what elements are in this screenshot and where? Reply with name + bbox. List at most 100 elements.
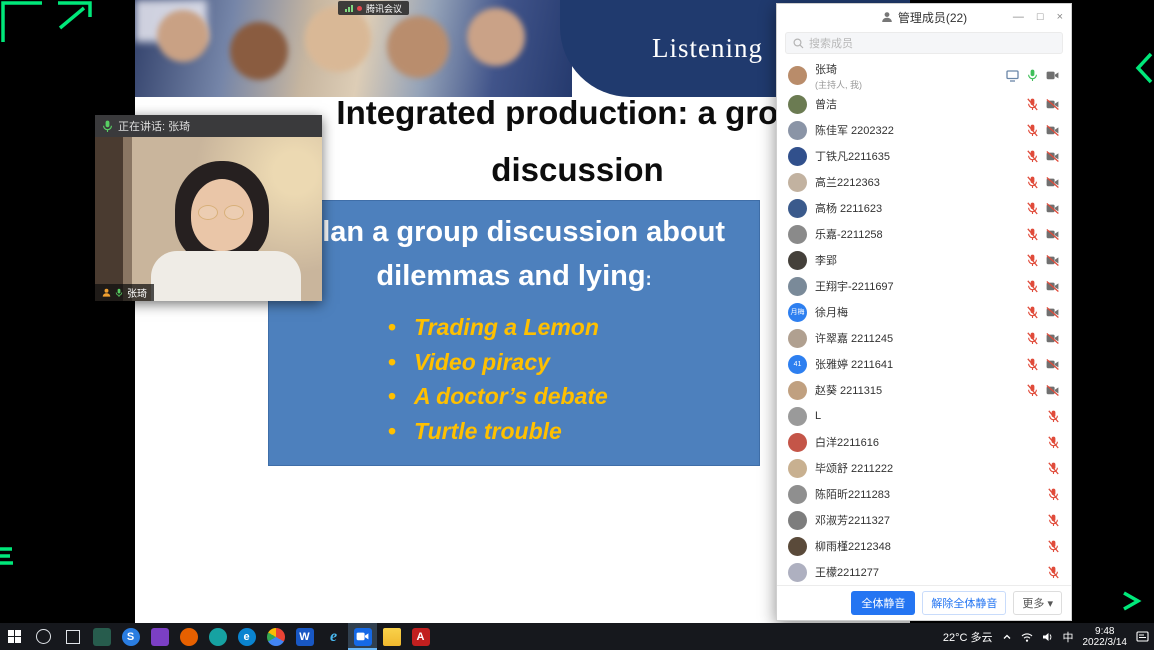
app-purple-taskbar-button[interactable] [145, 623, 174, 650]
edge-icon: e [238, 628, 256, 646]
firefox-taskbar-button[interactable] [174, 623, 203, 650]
member-row[interactable]: 柳雨槿2212348 [777, 533, 1071, 559]
search-app-taskbar-button[interactable]: S [116, 623, 145, 650]
camera-off-icon[interactable] [1046, 203, 1059, 214]
member-row[interactable]: 邓淑芳2211327 [777, 507, 1071, 533]
member-row[interactable]: 乐嘉-2211258 [777, 221, 1071, 247]
member-row[interactable]: 月梅徐月梅 [777, 299, 1071, 325]
mic-muted-icon[interactable] [1048, 488, 1059, 501]
mic-muted-icon[interactable] [1027, 280, 1038, 293]
mic-muted-icon[interactable] [1027, 358, 1038, 371]
word-taskbar-button[interactable]: W [290, 623, 319, 650]
mic-muted-icon[interactable] [1027, 176, 1038, 189]
weather-widget[interactable]: 22°C 多云 [943, 629, 993, 645]
member-row[interactable]: 陈陌昕2211283 [777, 481, 1071, 507]
member-row[interactable]: 白洋2211616 [777, 429, 1071, 455]
mic-muted-icon[interactable] [1027, 150, 1038, 163]
member-row[interactable]: 陈佳军 2202322 [777, 117, 1071, 143]
mic-muted-icon[interactable] [1048, 436, 1059, 449]
file-explorer-taskbar-button[interactable] [377, 623, 406, 650]
member-row[interactable]: 曾洁 [777, 91, 1071, 117]
start-button[interactable] [0, 623, 29, 650]
internet-explorer-taskbar-button[interactable]: e [319, 623, 348, 650]
camera-off-icon[interactable] [1046, 177, 1059, 188]
mic-muted-icon[interactable] [1027, 228, 1038, 241]
camera-off-icon[interactable] [1046, 333, 1059, 344]
mic-muted-icon[interactable] [1027, 306, 1038, 319]
camera-on-icon[interactable] [1046, 70, 1059, 81]
member-row[interactable]: 高杨 2211623 [777, 195, 1071, 221]
taskbar-clock[interactable]: 9:48 2022/3/14 [1083, 626, 1128, 648]
camera-off-icon[interactable] [1046, 229, 1059, 240]
mic-muted-icon[interactable] [1048, 462, 1059, 475]
member-avatar [788, 121, 807, 140]
app-teal-taskbar-button[interactable] [203, 623, 232, 650]
camera-off-icon[interactable] [1046, 307, 1059, 318]
task-view-button[interactable] [58, 623, 87, 650]
mic-muted-icon[interactable] [1027, 384, 1038, 397]
mic-muted-icon[interactable] [1027, 254, 1038, 267]
firefox-icon [180, 628, 198, 646]
member-row[interactable]: 许翠嘉 2211245 [777, 325, 1071, 351]
volume-icon[interactable] [1042, 632, 1054, 642]
camera-off-icon[interactable] [1046, 385, 1059, 396]
member-avatar [788, 147, 807, 166]
camera-off-icon[interactable] [1046, 359, 1059, 370]
minimize-button[interactable]: — [1013, 11, 1024, 23]
hidden-icons-chevron[interactable] [1002, 633, 1012, 641]
camera-off-icon[interactable] [1046, 99, 1059, 110]
screen-share-icon[interactable] [1006, 70, 1019, 82]
video-background-decor [95, 137, 123, 301]
app-purple-icon [151, 628, 169, 646]
camera-off-icon[interactable] [1046, 255, 1059, 266]
network-icon[interactable] [1021, 632, 1033, 642]
more-button[interactable]: 更多 ▾ [1013, 591, 1062, 615]
mic-muted-icon[interactable] [1048, 410, 1059, 423]
mic-muted-icon[interactable] [1027, 202, 1038, 215]
member-row[interactable]: 赵葵 2211315 [777, 377, 1071, 403]
app-teal-icon [209, 628, 227, 646]
unmute-all-button[interactable]: 解除全体静音 [922, 591, 1006, 615]
member-row[interactable]: 毕颂舒 2211222 [777, 455, 1071, 481]
close-button[interactable]: × [1057, 11, 1063, 23]
adobe-reader-taskbar-button[interactable]: A [406, 623, 435, 650]
panel-footer: 全体静音 解除全体静音 更多 ▾ [777, 585, 1071, 620]
camera-off-icon[interactable] [1046, 125, 1059, 136]
mic-muted-icon[interactable] [1027, 332, 1038, 345]
edge-taskbar-button[interactable]: e [232, 623, 261, 650]
mic-muted-icon[interactable] [1027, 124, 1038, 137]
member-search[interactable]: 搜索成员 [785, 32, 1063, 54]
mic-on-icon[interactable] [1027, 69, 1038, 82]
member-status-icons [1027, 280, 1059, 293]
member-row[interactable]: 王翔宇-2211697 [777, 273, 1071, 299]
member-info: L [815, 410, 1040, 422]
chrome-taskbar-button[interactable] [261, 623, 290, 650]
ime-language-indicator[interactable]: 中 [1063, 629, 1074, 645]
member-row[interactable]: 高兰2212363 [777, 169, 1071, 195]
clock-time: 9:48 [1083, 626, 1128, 637]
member-row[interactable]: 李郢 [777, 247, 1071, 273]
notification-center-icon[interactable] [1136, 631, 1149, 642]
bullet-list: Trading a LemonVideo piracyA doctor’s de… [386, 310, 760, 448]
member-avatar [788, 95, 807, 114]
mic-muted-icon[interactable] [1048, 566, 1059, 579]
member-row[interactable]: 丁铁凡2211635 [777, 143, 1071, 169]
mute-all-button[interactable]: 全体静音 [851, 591, 915, 615]
mic-muted-icon[interactable] [1048, 540, 1059, 553]
member-row[interactable]: 张琦(主持人, 我) [777, 60, 1071, 91]
app-dark-green-taskbar-button[interactable] [87, 623, 116, 650]
maximize-button[interactable]: □ [1037, 11, 1044, 23]
member-row[interactable]: L [777, 403, 1071, 429]
mic-muted-icon[interactable] [1027, 98, 1038, 111]
member-avatar [788, 485, 807, 504]
meeting-status-badge[interactable]: 腾讯会议 [338, 1, 409, 15]
member-row[interactable]: 王檬2211277 [777, 559, 1071, 585]
tencent-meeting-taskbar-button[interactable] [348, 623, 377, 650]
mic-muted-icon[interactable] [1048, 514, 1059, 527]
camera-off-icon[interactable] [1046, 151, 1059, 162]
speaker-video-window[interactable]: 正在讲话: 张琦 张琦 [95, 115, 322, 301]
camera-off-icon[interactable] [1046, 281, 1059, 292]
video-person [198, 205, 218, 220]
member-row[interactable]: 41张雅婷 2211641 [777, 351, 1071, 377]
cortana-button[interactable] [29, 623, 58, 650]
